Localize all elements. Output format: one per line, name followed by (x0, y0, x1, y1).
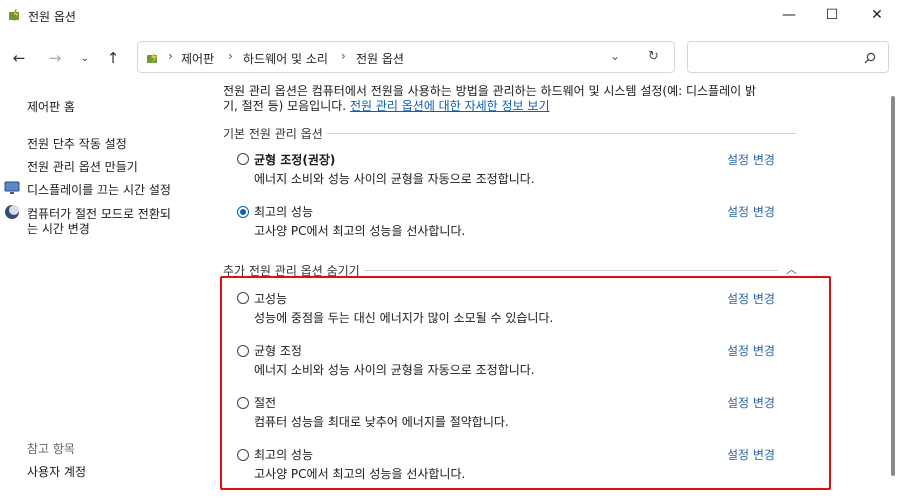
radio-balanced-recommended[interactable] (237, 153, 249, 165)
sidebar-item-display-off-time[interactable]: 디스플레이를 끄는 시간 설정 (27, 181, 171, 198)
plan-desc-balanced-recommended: 에너지 소비와 성능 사이의 균형을 자동으로 조정합니다. (254, 172, 535, 186)
change-settings-link[interactable]: 설정 변경 (727, 203, 775, 220)
forward-arrow-icon[interactable]: → (44, 48, 66, 68)
navigation-bar: ← → ⌄ ↑ › 제어판 › 하드웨어 및 소리 › 전원 옵션 ⌄ ↻ (0, 40, 902, 76)
search-input[interactable] (687, 41, 889, 73)
radio-ultimate-performance[interactable] (237, 206, 249, 218)
change-settings-link[interactable]: 설정 변경 (727, 151, 775, 168)
highlight-box (220, 276, 831, 490)
breadcrumb-control-panel[interactable]: 제어판 (181, 50, 214, 67)
close-button[interactable]: ✕ (854, 0, 900, 30)
power-plan-info-link[interactable]: 전원 관리 옵션에 대한 자세한 정보 보기 (350, 99, 550, 113)
display-monitor-icon (4, 181, 20, 194)
sidebar-item-power-button-settings[interactable]: 전원 단추 작동 설정 (27, 135, 127, 152)
sidebar-item-user-accounts[interactable]: 사용자 계정 (27, 463, 86, 480)
plan-desc-ultimate-performance: 고사양 PC에서 최고의 성능을 선사합니다. (254, 224, 466, 238)
sleep-moon-icon (5, 205, 19, 219)
sidebar-item-control-panel-home[interactable]: 제어판 홈 (27, 98, 75, 115)
see-also-heading: 참고 항목 (27, 442, 75, 456)
intro-text-line2: 기, 절전 등) 모음입니다. 전원 관리 옵션에 대한 자세한 정보 보기 (223, 99, 550, 113)
search-icon[interactable] (864, 52, 876, 64)
plan-name-balanced-recommended[interactable]: 균형 조정(권장) (254, 151, 335, 168)
breadcrumb-separator: › (228, 49, 233, 63)
minimize-button[interactable]: — (766, 0, 812, 30)
breadcrumb-separator: › (341, 49, 346, 63)
refresh-icon[interactable]: ↻ (648, 49, 659, 64)
recent-locations-chevron-icon[interactable]: ⌄ (74, 48, 96, 68)
basic-plans-heading: 기본 전원 관리 옵션 (223, 125, 327, 142)
scrollbar-thumb[interactable] (891, 96, 895, 476)
back-arrow-icon[interactable]: ← (8, 48, 30, 68)
maximize-button[interactable]: ☐ (809, 0, 855, 30)
sidebar-item-sleep-time-continued[interactable]: 는 시간 변경 (27, 220, 90, 237)
chevron-up-icon[interactable]: ︿ (786, 261, 797, 277)
breadcrumb-hardware-sound[interactable]: 하드웨어 및 소리 (243, 50, 328, 67)
address-dropdown-chevron-icon[interactable]: ⌄ (610, 49, 620, 63)
breadcrumb-separator: › (168, 49, 173, 63)
breadcrumb-power-options[interactable]: 전원 옵션 (356, 50, 404, 67)
window-title: 전원 옵션 (28, 10, 76, 24)
sidebar-item-create-power-plan[interactable]: 전원 관리 옵션 만들기 (27, 158, 138, 175)
plan-name-ultimate-performance[interactable]: 최고의 성능 (254, 203, 313, 220)
power-options-icon (9, 8, 20, 22)
address-bar[interactable]: › 제어판 › 하드웨어 및 소리 › 전원 옵션 ⌄ ↻ (137, 41, 675, 73)
title-bar: 전원 옵션 — ☐ ✕ (0, 0, 902, 32)
up-arrow-icon[interactable]: ↑ (102, 48, 124, 68)
control-panel-icon (147, 52, 157, 64)
